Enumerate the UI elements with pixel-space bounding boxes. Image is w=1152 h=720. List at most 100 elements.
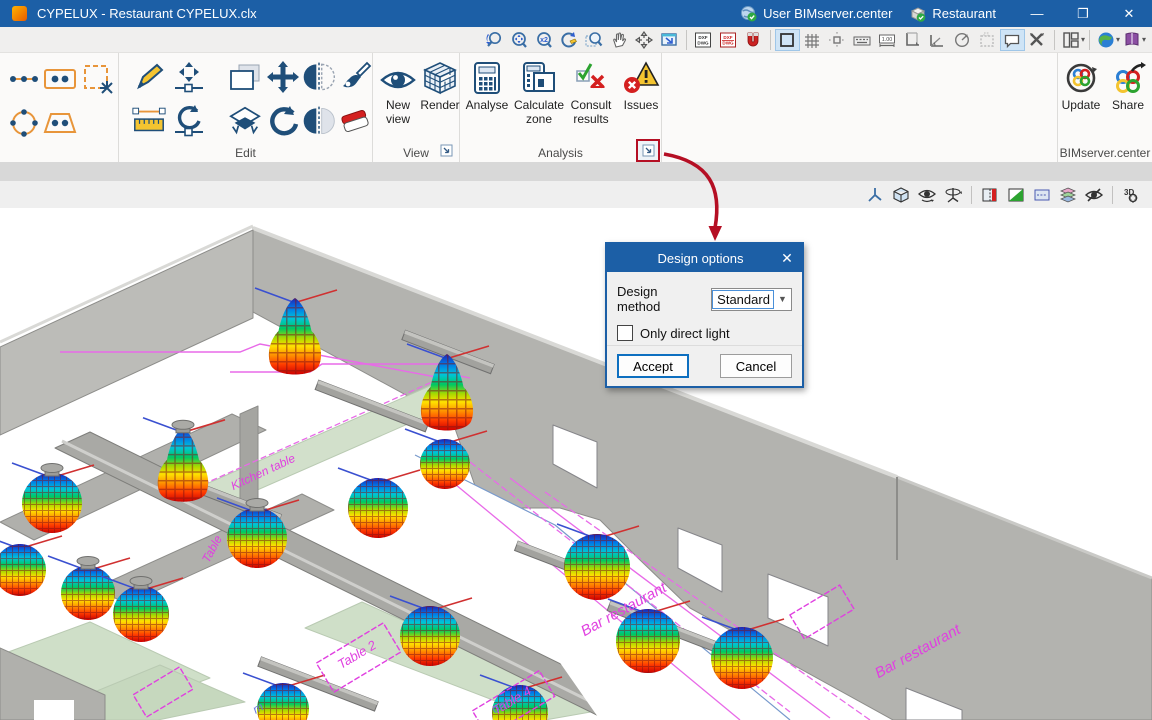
axes-tripod-icon[interactable]	[862, 184, 888, 206]
zoom-extents-icon[interactable]	[507, 29, 532, 51]
section-plane-green-icon[interactable]	[1003, 184, 1029, 206]
dialog-close-icon[interactable]: ✕	[772, 250, 802, 267]
model-viewport[interactable]: Kitchen table Table Table 2 Table 4 Bar rest…	[0, 208, 1152, 720]
share-button[interactable]: Share	[1106, 57, 1150, 112]
measure-ruler-icon[interactable]	[131, 103, 167, 139]
photometric-sphere-mesh	[227, 508, 287, 568]
box-3d-icon[interactable]	[888, 184, 914, 206]
erase-icon[interactable]	[337, 103, 373, 139]
dimension-icon[interactable]: 1.00	[875, 29, 900, 51]
close-button[interactable]: ✕	[1106, 0, 1152, 27]
cancel-button[interactable]: Cancel	[720, 354, 792, 378]
issues-warning-icon	[616, 57, 666, 95]
chevron-down-icon[interactable]: ▼	[774, 294, 791, 304]
zoom-previous-icon[interactable]	[482, 29, 507, 51]
grid-icon[interactable]	[800, 29, 825, 51]
window-title: CYPELUX - Restaurant CYPELUX.clx	[37, 6, 257, 21]
node-circle-icon[interactable]	[6, 105, 42, 141]
send-to-screen-icon[interactable]	[657, 29, 682, 51]
accept-button[interactable]: Accept	[617, 354, 689, 378]
user-chip[interactable]: User BIMserver.center	[741, 5, 893, 22]
view-3d-settings-icon[interactable]: 3D	[1118, 184, 1144, 206]
svg-text:DXF: DXF	[724, 35, 733, 40]
calculate-zone-button[interactable]: Calculate zone	[514, 57, 564, 126]
move-node-icon[interactable]	[171, 59, 207, 95]
design-method-select[interactable]: Standard ▼	[711, 287, 792, 311]
documentation-book-caret[interactable]: ▾	[1142, 35, 1146, 44]
orbit-eye-icon[interactable]	[914, 184, 940, 206]
ribbon-section-spacer	[662, 53, 1058, 162]
consult-results-icon	[566, 57, 616, 95]
ribbon: Edit New view Render View Analyse Calcul…	[0, 53, 1152, 163]
rotate-icon[interactable]	[265, 103, 301, 139]
edit-pencil-icon[interactable]	[131, 59, 167, 95]
capture-selection-icon[interactable]	[80, 61, 116, 97]
lower-layer-icon[interactable]	[227, 103, 263, 139]
user-chip-label: User BIMserver.center	[763, 6, 893, 21]
design-method-value: Standard	[712, 289, 774, 309]
analyse-button[interactable]: Analyse	[462, 57, 512, 112]
only-direct-light-checkbox[interactable]	[617, 325, 633, 341]
photometric-sphere-mesh	[711, 627, 773, 689]
svg-text:DWG: DWG	[698, 40, 710, 45]
render-button[interactable]: Render	[415, 57, 465, 112]
window-layout-caret[interactable]: ▾	[1081, 35, 1085, 44]
zoom-x2-icon[interactable]: x2	[532, 29, 557, 51]
node-segment-icon[interactable]	[6, 61, 42, 97]
selection-marquee-icon[interactable]	[975, 29, 1000, 51]
crop-view-icon[interactable]	[900, 29, 925, 51]
photometric-sphere-mesh	[61, 566, 115, 620]
dxf-dwg-templates-icon[interactable]: DXF DWG	[691, 29, 716, 51]
minimize-button[interactable]: —	[1014, 0, 1060, 27]
luminaire-cap	[76, 556, 100, 566]
comments-icon[interactable]	[999, 28, 1025, 51]
luminaire-cap	[129, 576, 153, 586]
project-box-icon	[911, 6, 926, 22]
edit-section-label: Edit	[235, 146, 256, 160]
move-icon[interactable]	[265, 59, 301, 95]
redraw-icon[interactable]	[557, 29, 582, 51]
project-chip[interactable]: Restaurant	[910, 6, 996, 22]
zoom-window-icon[interactable]	[582, 29, 607, 51]
rotation-icon[interactable]	[950, 29, 975, 51]
render-cube-icon	[415, 57, 465, 95]
copy-icon[interactable]	[227, 59, 263, 95]
issues-label: Issues	[623, 98, 659, 112]
ribbon-section-analysis: Analyse Calculate zone Consult results I…	[460, 53, 662, 162]
configuration-tools-icon[interactable]	[1025, 29, 1050, 51]
layers-stack-icon[interactable]	[1055, 184, 1081, 206]
snap-point-icon[interactable]	[825, 29, 850, 51]
share-label: Share	[1111, 98, 1145, 112]
keyboard-input-icon[interactable]	[850, 29, 875, 51]
scene-canvas: Kitchen tableTableTable 2Table 4Bar rest…	[0, 224, 1152, 720]
node-trapezoid-icon[interactable]	[42, 105, 78, 141]
analyse-label: Analyse	[465, 98, 509, 112]
mirror-icon[interactable]	[301, 103, 337, 139]
photometric-sphere-mesh	[22, 473, 82, 533]
update-button[interactable]: Update	[1058, 57, 1104, 112]
issues-button[interactable]: Issues	[616, 57, 666, 112]
section-plane-red-icon[interactable]	[977, 184, 1003, 206]
analysis-dialog-launcher-highlight[interactable]	[636, 139, 660, 162]
move-view-icon[interactable]	[632, 29, 657, 51]
paintbrush-icon[interactable]	[337, 59, 373, 95]
calculate-zone-label: Calculate zone	[514, 98, 565, 126]
update-icon	[1058, 57, 1104, 95]
rotate-node-icon[interactable]	[171, 103, 207, 139]
node-rectangle-icon[interactable]	[42, 61, 78, 97]
hide-elements-eye-icon[interactable]	[1081, 184, 1107, 206]
analysis-section-label: Analysis	[538, 146, 583, 160]
rectangle-mode-icon[interactable]	[774, 28, 800, 51]
section-plane-blue-icon[interactable]	[1029, 184, 1055, 206]
restore-button[interactable]: ❐	[1060, 0, 1106, 27]
consult-results-button[interactable]: Consult results	[566, 57, 616, 126]
dialog-title-bar[interactable]: Design options ✕	[607, 244, 802, 272]
only-direct-light-label: Only direct light	[640, 325, 730, 341]
mirror-copy-icon[interactable]	[301, 59, 337, 95]
object-snap-magnet-icon[interactable]	[741, 29, 766, 51]
orbit-gimbal-icon[interactable]	[940, 184, 966, 206]
ortho-angle-icon[interactable]	[925, 29, 950, 51]
dxf-dwg-layers-icon[interactable]: DXF DWG	[716, 29, 741, 51]
calculate-zone-icon	[514, 57, 564, 95]
pan-hand-icon[interactable]	[607, 29, 632, 51]
